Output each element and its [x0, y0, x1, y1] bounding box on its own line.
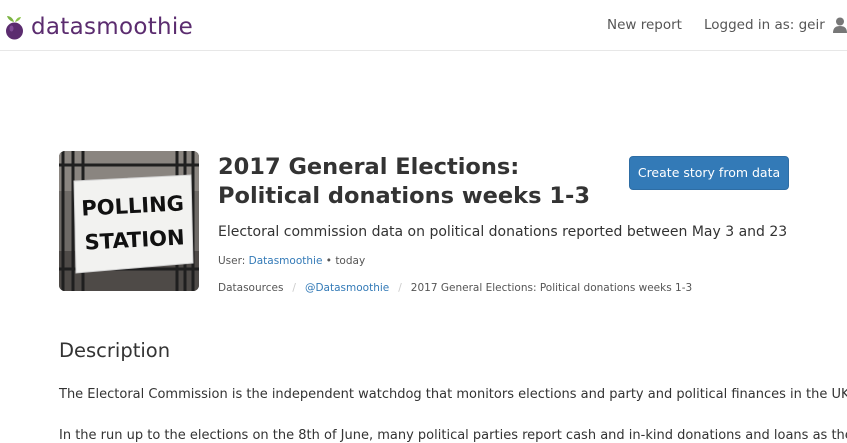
- logged-in-label: Logged in as: geir: [704, 17, 825, 33]
- top-navbar: datasmoothie New report Logged in as: ge…: [0, 0, 847, 51]
- plum-logo-icon: [6, 16, 23, 40]
- meta-separator: •: [325, 255, 332, 267]
- user-icon: [832, 17, 847, 33]
- dataset-thumbnail: POLLING STATION: [59, 151, 199, 291]
- create-story-button[interactable]: Create story from data: [629, 156, 789, 190]
- brand-link[interactable]: datasmoothie: [4, 13, 193, 41]
- brand-name: datasmoothie: [31, 14, 194, 40]
- breadcrumb-separator: /: [398, 282, 402, 294]
- breadcrumb-user[interactable]: @Datasmoothie: [305, 282, 389, 294]
- user-label: User:: [218, 255, 246, 267]
- user-menu-link[interactable]: Logged in as: geir: [704, 17, 847, 33]
- user-name-link[interactable]: Datasmoothie: [249, 255, 323, 267]
- breadcrumb: Datasources / @Datasmoothie / 2017 General E…: [218, 282, 692, 294]
- breadcrumb-datasources[interactable]: Datasources: [218, 282, 283, 294]
- dataset-meta: User: Datasmoothie • today: [218, 255, 365, 267]
- description-heading: Description: [59, 339, 171, 362]
- description-paragraph: In the run up to the elections on the 8t…: [59, 428, 847, 443]
- dataset-subtitle: Electoral commission data on political d…: [218, 224, 788, 240]
- description-paragraph: The Electoral Commission is the independ…: [59, 387, 847, 402]
- new-report-link[interactable]: New report: [607, 17, 682, 33]
- page-title: 2017 General Elections: Political donati…: [218, 154, 590, 209]
- breadcrumb-separator: /: [292, 282, 296, 294]
- polling-station-photo: POLLING STATION: [59, 151, 199, 291]
- dataset-date: today: [335, 255, 366, 267]
- breadcrumb-current: 2017 General Elections: Political donati…: [410, 282, 693, 294]
